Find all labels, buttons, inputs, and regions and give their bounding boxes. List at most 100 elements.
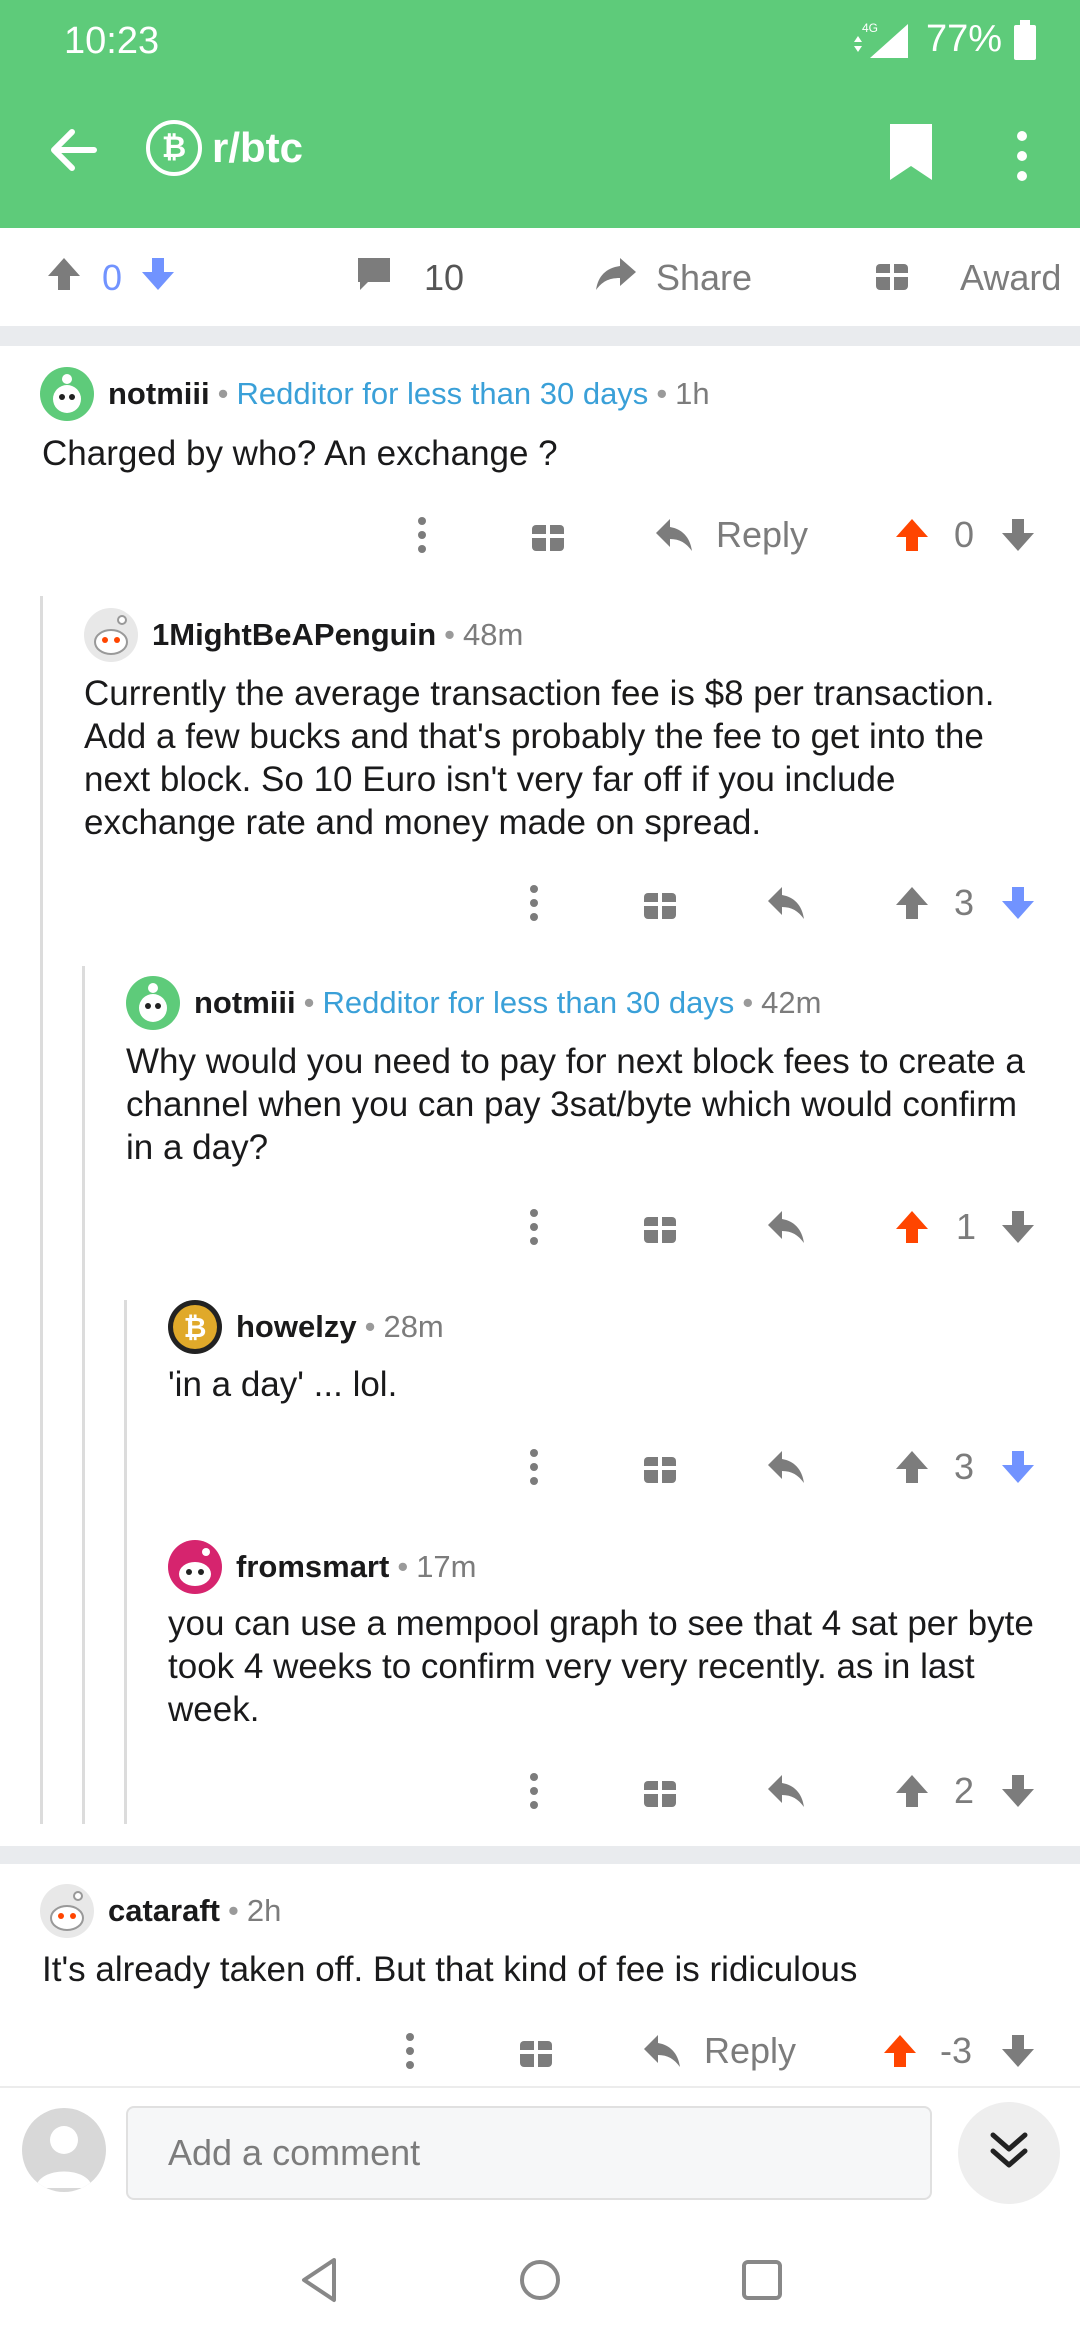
downvote-icon[interactable] [998, 500, 1038, 570]
battery-icon [1014, 19, 1036, 60]
comment-author[interactable]: fromsmart [236, 1549, 389, 1585]
bookmark-icon[interactable] [886, 122, 936, 182]
back-nav-icon[interactable] [292, 2252, 348, 2308]
gift-icon[interactable] [642, 1192, 678, 1262]
comment-body: It's already taken off. But that kind of… [42, 1950, 858, 1989]
section-divider [0, 326, 1080, 346]
comment-body: Why would you need to pay for next block… [126, 1042, 1025, 1167]
comment-body: Charged by who? An exchange ? [42, 434, 558, 473]
comment-age: 48m [463, 617, 524, 652]
comment-body: you can use a mempool graph to see that … [168, 1604, 1034, 1729]
comment-author[interactable]: cataraft [108, 1893, 220, 1929]
upvote-icon[interactable] [892, 1192, 932, 1262]
comments-count-button[interactable]: 10 [354, 228, 464, 328]
section-divider [0, 1846, 1080, 1864]
reply-icon[interactable] [766, 1432, 806, 1502]
more-options-icon[interactable] [522, 1432, 546, 1502]
post-action-bar: 0 10 Share Award [0, 228, 1080, 328]
downvote-icon[interactable] [998, 2016, 1038, 2086]
comment-age: 17m [416, 1549, 477, 1584]
downvote-icon[interactable] [998, 1192, 1038, 1262]
status-time: 10:23 [64, 20, 160, 62]
system-nav-bar [0, 2216, 1080, 2340]
award-button[interactable]: Award [874, 228, 1061, 328]
post-score: 0 [102, 257, 123, 298]
comment-score: -3 [940, 2030, 973, 2071]
more-options-icon[interactable] [1010, 128, 1034, 184]
comment-author[interactable]: 1MightBeAPenguin [152, 617, 436, 653]
comment-age: 1h [675, 376, 710, 411]
more-options-icon[interactable] [522, 868, 546, 938]
upvote-icon[interactable] [892, 868, 932, 938]
comment-age: 2h [246, 1893, 282, 1928]
avatar[interactable] [40, 367, 94, 421]
avatar[interactable] [126, 976, 180, 1030]
gift-icon[interactable] [642, 1756, 678, 1826]
recents-nav-icon[interactable] [734, 2252, 790, 2308]
avatar[interactable]: ₿ [168, 1300, 222, 1354]
user-flair: Redditor for less than 30 days [322, 985, 735, 1020]
comment-composer: Add a comment [0, 2086, 1080, 2216]
downvote-icon[interactable] [998, 868, 1038, 938]
battery-percent: 77% [925, 18, 1002, 60]
post-vote: 0 [44, 228, 178, 328]
comment-age: 42m [761, 985, 822, 1020]
app-bar: 10:23 4G 77% ₿ r/btc [0, 0, 1080, 228]
gift-icon[interactable] [518, 2016, 554, 2086]
gift-icon [874, 256, 910, 301]
svg-text:4G: 4G [862, 21, 878, 35]
share-icon [594, 254, 638, 303]
upvote-icon[interactable] [892, 1432, 932, 1502]
gift-icon[interactable] [530, 500, 566, 570]
comment-score: 0 [954, 514, 975, 555]
upvote-icon[interactable] [892, 1756, 932, 1826]
reply-icon[interactable] [766, 868, 806, 938]
thread-line[interactable] [124, 1300, 127, 1824]
avatar[interactable] [84, 608, 138, 662]
subreddit-title[interactable]: r/btc [212, 124, 303, 172]
comment-score: 1 [956, 1206, 977, 1247]
add-comment-input[interactable]: Add a comment [126, 2106, 932, 2200]
comment-icon [354, 254, 394, 303]
gift-icon[interactable] [642, 868, 678, 938]
comment-body: 'in a day' ... lol. [168, 1365, 398, 1404]
reply-icon[interactable] [766, 1756, 806, 1826]
signal-icon: 4G [850, 20, 914, 60]
reply-button[interactable]: Reply [654, 500, 808, 570]
more-options-icon[interactable] [522, 1192, 546, 1262]
more-options-icon[interactable] [410, 500, 434, 570]
comment-score: 2 [954, 1770, 975, 1811]
downvote-icon[interactable] [998, 1432, 1038, 1502]
upvote-icon[interactable] [892, 500, 932, 570]
reply-icon[interactable] [766, 1192, 806, 1262]
avatar[interactable] [40, 1884, 94, 1938]
comment-author[interactable]: howelzy [236, 1309, 357, 1345]
comment-author[interactable]: notmiii [194, 985, 296, 1021]
svg-text:₿: ₿ [184, 1312, 207, 1343]
reply-button[interactable]: Reply [642, 2016, 796, 2086]
more-options-icon[interactable] [522, 1756, 546, 1826]
gift-icon[interactable] [642, 1432, 678, 1502]
avatar[interactable] [168, 1540, 222, 1594]
comment-author[interactable]: notmiii [108, 376, 210, 412]
toolbar: ₿ r/btc [0, 112, 1080, 192]
comment-age: 28m [383, 1309, 444, 1344]
double-chevron-down-icon [987, 2129, 1031, 2178]
comment-score: 3 [954, 1446, 975, 1487]
thread-line[interactable] [82, 966, 85, 1824]
downvote-icon[interactable] [138, 254, 178, 303]
user-avatar[interactable] [22, 2108, 106, 2192]
collapse-comments-button[interactable] [958, 2102, 1060, 2204]
upvote-icon[interactable] [44, 254, 84, 303]
status-bar: 10:23 4G 77% [0, 0, 1080, 80]
share-button[interactable]: Share [594, 228, 752, 328]
bitcoin-icon: ₿ [146, 120, 202, 176]
upvote-icon[interactable] [880, 2016, 920, 2086]
comment-body: Currently the average transaction fee is… [84, 674, 995, 842]
comment-score: 3 [954, 882, 975, 923]
more-options-icon[interactable] [398, 2016, 422, 2086]
user-flair: Redditor for less than 30 days [236, 376, 649, 411]
home-nav-icon[interactable] [512, 2252, 568, 2308]
downvote-icon[interactable] [998, 1756, 1038, 1826]
back-arrow-icon[interactable] [46, 122, 102, 178]
